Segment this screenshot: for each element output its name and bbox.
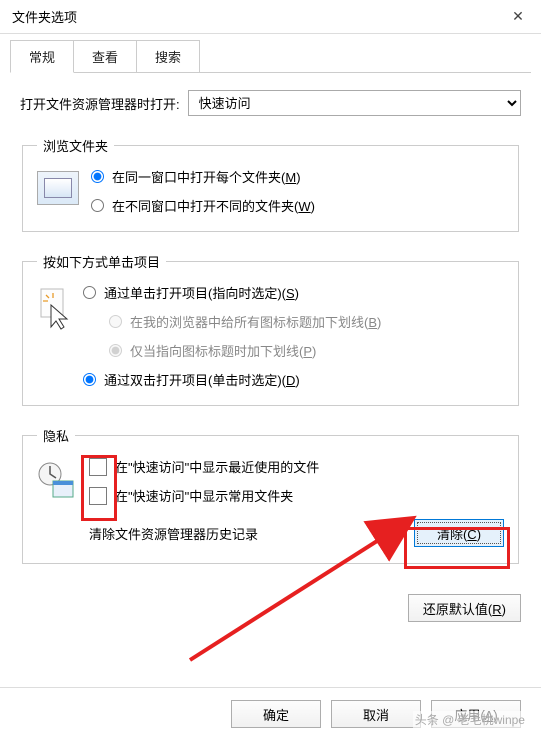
privacy-icon	[37, 461, 77, 501]
cancel-button[interactable]: 取消	[331, 700, 421, 728]
window-title: 文件夹选项	[12, 7, 77, 26]
browse-legend: 浏览文件夹	[37, 136, 114, 155]
restore-defaults-button[interactable]: 还原默认值(R)	[408, 594, 521, 622]
radio-point-underline: 仅当指向图标标题时加下划线(P)	[109, 341, 504, 360]
radio-browser-underline: 在我的浏览器中给所有图标标题加下划线(B)	[109, 312, 504, 331]
tabs: 常规 查看 搜索	[0, 34, 541, 73]
folder-icon	[37, 171, 79, 205]
dialog-footer: 确定 取消 应用(A)	[0, 687, 541, 740]
radio-browser-underline-input	[109, 315, 122, 328]
checkbox-frequent-folders[interactable]	[89, 487, 107, 505]
open-with-select[interactable]: 快速访问	[188, 90, 521, 116]
ok-button[interactable]: 确定	[231, 700, 321, 728]
group-browse-folders: 浏览文件夹 在同一窗口中打开每个文件夹(M) 在不同窗口中打开不同的文件夹(W)	[22, 136, 519, 232]
group-click-items: 按如下方式单击项目 通过单击打开项目(指向时选定)(S) 在我的浏览器中给所有	[22, 252, 519, 406]
title-bar: 文件夹选项 ✕	[0, 0, 541, 34]
radio-single-click[interactable]: 通过单击打开项目(指向时选定)(S)	[83, 283, 504, 302]
tab-content: 打开文件资源管理器时打开: 快速访问 浏览文件夹 在同一窗口中打开每个文件夹(M…	[0, 74, 541, 594]
apply-button[interactable]: 应用(A)	[431, 700, 521, 728]
radio-new-window-input[interactable]	[91, 199, 104, 212]
tab-search[interactable]: 搜索	[136, 40, 200, 73]
clear-button[interactable]: 清除(C)	[414, 519, 504, 547]
group-privacy: 隐私 在"快速访问"中显示最近使用的文件 在"快速访问"中显示常用文件夹	[22, 426, 519, 564]
radio-same-window[interactable]: 在同一窗口中打开每个文件夹(M)	[91, 167, 315, 186]
clear-history-label: 清除文件资源管理器历史记录	[89, 524, 258, 543]
radio-single-click-input[interactable]	[83, 286, 96, 299]
radio-same-window-input[interactable]	[91, 170, 104, 183]
radio-new-window[interactable]: 在不同窗口中打开不同的文件夹(W)	[91, 196, 315, 215]
privacy-legend: 隐私	[37, 426, 75, 445]
check-recent-files[interactable]: 在"快速访问"中显示最近使用的文件	[89, 457, 504, 476]
close-button[interactable]: ✕	[495, 0, 541, 34]
cursor-click-icon	[37, 287, 71, 331]
tab-view[interactable]: 查看	[73, 40, 137, 73]
tab-general[interactable]: 常规	[10, 40, 74, 73]
radio-point-underline-input	[109, 344, 122, 357]
radio-double-click[interactable]: 通过双击打开项目(单击时选定)(D)	[83, 370, 504, 389]
click-legend: 按如下方式单击项目	[37, 252, 166, 271]
check-frequent-folders[interactable]: 在"快速访问"中显示常用文件夹	[89, 486, 504, 505]
open-with-label: 打开文件资源管理器时打开:	[20, 94, 180, 113]
radio-double-click-input[interactable]	[83, 373, 96, 386]
checkbox-recent-files[interactable]	[89, 458, 107, 476]
